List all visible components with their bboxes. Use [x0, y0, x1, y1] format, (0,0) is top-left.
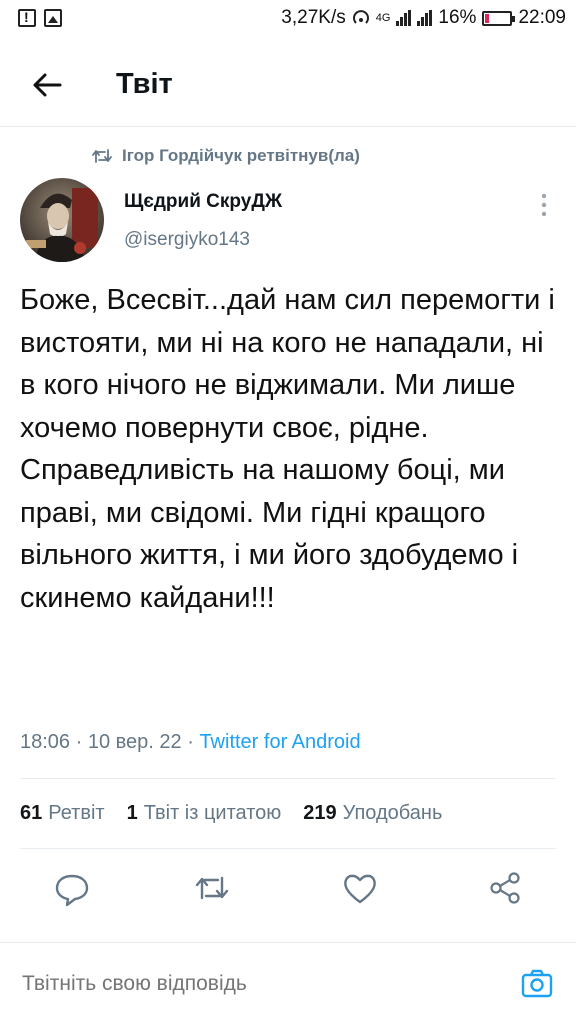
battery-percent: 16% — [438, 7, 477, 28]
likes-count: 219 — [303, 802, 337, 824]
retweeted-by-label: Ігор Гордійчук ретвітнув(ла) — [122, 146, 360, 165]
network-speed: 3,27K/s — [281, 7, 346, 28]
signal-icon-2 — [417, 10, 433, 26]
reply-icon[interactable] — [52, 868, 92, 908]
retweet-icon — [92, 149, 112, 163]
tweet-source-link[interactable]: Twitter for Android — [199, 731, 360, 753]
retweets-stat[interactable]: 61 Ретвіт — [20, 802, 105, 825]
quotes-count: 1 — [126, 802, 138, 824]
quotes-stat[interactable]: 1 Твіт із цитатою — [127, 802, 282, 825]
divider — [20, 778, 556, 779]
divider — [0, 126, 576, 127]
retweet-context[interactable]: Ігор Гордійчук ретвітнув(ла) — [92, 146, 360, 166]
tweet-text: Боже, Всесвіт...дай нам сил перемогти і … — [20, 284, 555, 614]
retweet-action-icon[interactable] — [192, 868, 232, 908]
image-icon — [44, 9, 62, 27]
quotes-label: Твіт із цитатою — [143, 802, 282, 824]
tweet-actions — [0, 868, 576, 908]
alert-icon — [18, 9, 36, 27]
clock: 22:09 — [518, 7, 566, 28]
likes-label: Уподобань — [342, 802, 443, 824]
top-bar: Твіт — [0, 50, 576, 124]
tweet-date: 10 вер. 22 — [87, 731, 182, 753]
divider — [0, 942, 576, 943]
like-icon[interactable] — [340, 868, 380, 908]
hotspot-icon — [352, 10, 369, 24]
status-bar: 3,27K/s 4G 16% 22:09 — [0, 0, 576, 38]
share-icon[interactable] — [486, 868, 526, 908]
retweets-count: 61 — [20, 802, 43, 824]
page-title: Твіт — [116, 68, 173, 100]
tweet-meta: 18:06 · 10 вер. 22 · Twitter for Android — [20, 731, 361, 753]
signal-icon — [396, 10, 412, 26]
author-handle[interactable]: @isergiyko143 — [124, 229, 250, 251]
reply-bar — [0, 944, 576, 1024]
tweet-stats: 61 Ретвіт 1 Твіт із цитатою 219 Уподобань — [20, 802, 442, 825]
battery-icon — [482, 10, 516, 26]
camera-icon[interactable] — [520, 966, 554, 1000]
avatar[interactable] — [20, 178, 104, 262]
arrow-left-icon[interactable] — [30, 68, 64, 102]
likes-stat[interactable]: 219 Уподобань — [303, 802, 442, 825]
author-name[interactable]: Щєдрий СкруДЖ — [124, 191, 282, 213]
reply-input[interactable] — [22, 972, 482, 996]
tweet-time: 18:06 — [20, 731, 71, 753]
divider — [20, 848, 556, 849]
more-options-icon[interactable] — [532, 192, 556, 218]
retweets-label: Ретвіт — [48, 802, 105, 824]
network-type: 4G — [375, 12, 391, 24]
